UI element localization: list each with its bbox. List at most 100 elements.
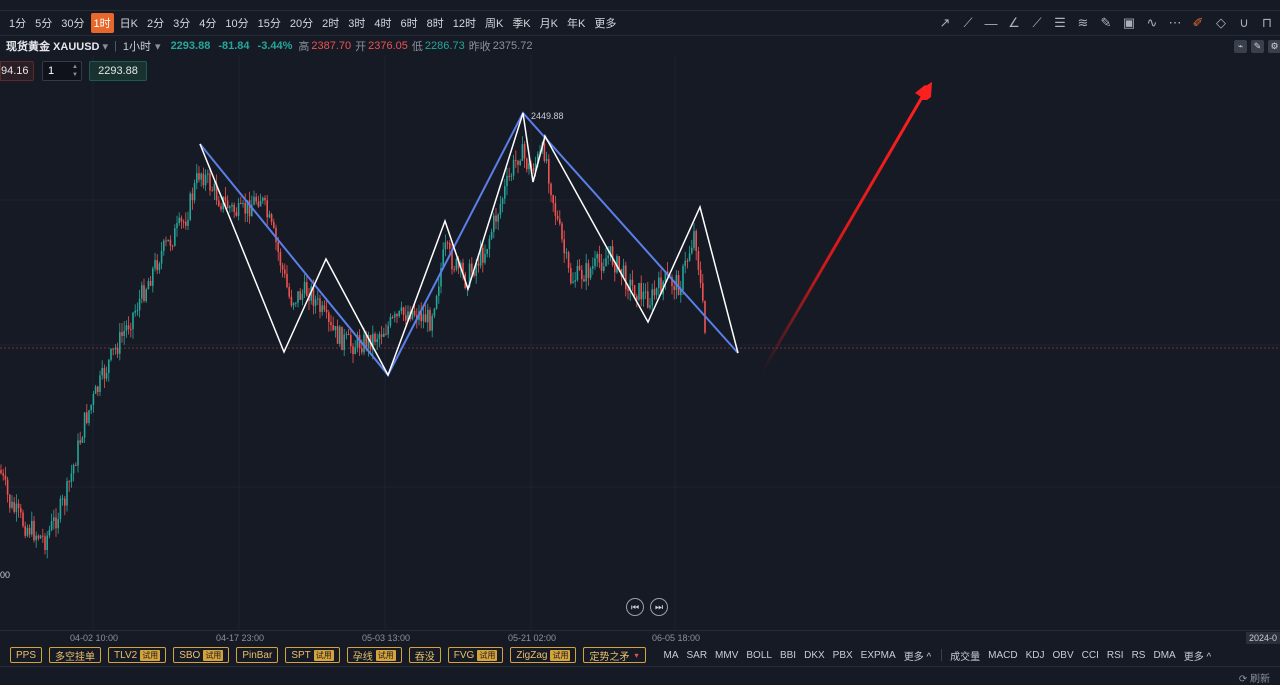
open-label: 开	[355, 41, 367, 53]
candle-body	[253, 196, 255, 205]
timeframe-14[interactable]: 6时	[397, 13, 420, 33]
chevron-down-icon[interactable]: ▾	[103, 40, 109, 53]
settings-icon[interactable]: ⚙	[1268, 40, 1280, 53]
indicator-3[interactable]: SBO 试用	[173, 647, 230, 663]
arrow-up-right-icon[interactable]: ↗	[938, 15, 952, 31]
sub-indicator-4[interactable]: CCI	[1082, 650, 1099, 661]
sub-indicator-2[interactable]: KDJ	[1026, 650, 1045, 661]
timeframe-21[interactable]: 更多	[591, 13, 619, 33]
fibonacci-icon[interactable]: ☰	[1053, 15, 1067, 31]
symbol-name[interactable]: 现货黄金 XAUUSD	[6, 38, 100, 54]
indicator-6[interactable]: 孕线 试用	[346, 647, 402, 663]
candle-body	[281, 265, 284, 270]
candle-body	[108, 359, 110, 373]
timeframe-9[interactable]: 15分	[255, 13, 284, 33]
indicator-0[interactable]: PPS	[10, 647, 43, 663]
chart-type-icon[interactable]: ⌁	[1234, 40, 1247, 53]
candle-body	[658, 277, 660, 289]
sub-indicator-5[interactable]: RSI	[1107, 650, 1124, 661]
timeframe-5[interactable]: 2分	[144, 13, 167, 33]
chevron-down-icon[interactable]: ▾	[155, 40, 161, 53]
timeframe-11[interactable]: 2时	[319, 13, 342, 33]
timeframe-0[interactable]: 1分	[6, 13, 29, 33]
sub-indicator-1[interactable]: MACD	[988, 650, 1017, 661]
timeframe-6[interactable]: 3分	[170, 13, 193, 33]
timeframe-1[interactable]: 5分	[32, 13, 55, 33]
sub-indicator-7[interactable]: DMA	[1153, 650, 1175, 661]
indicator-1[interactable]: 多空挂单	[49, 647, 102, 663]
ray-icon[interactable]: ⟋	[961, 15, 975, 31]
main-indicator-7[interactable]: EXPMA	[861, 650, 896, 661]
buy-price-button[interactable]: 2293.88	[89, 61, 147, 81]
timeframe-17[interactable]: 周K	[482, 13, 506, 33]
indicator-5[interactable]: SPT 试用	[285, 647, 340, 663]
candle-body	[242, 202, 244, 204]
indicator-2[interactable]: TLV2 试用	[108, 647, 167, 663]
indicator-label: PPS	[16, 649, 37, 661]
candle-body	[603, 266, 605, 271]
brush-icon[interactable]: ✎	[1099, 15, 1113, 31]
indicator-7[interactable]: 吞没	[408, 647, 441, 663]
timeframe-18[interactable]: 季K	[509, 13, 533, 33]
main-indicator-4[interactable]: BBI	[780, 650, 796, 661]
sub-indicator-8[interactable]: 更多 ^	[1184, 648, 1211, 663]
timeframe-4[interactable]: 日K	[117, 13, 141, 33]
timeframe-3[interactable]: 1时	[90, 13, 114, 33]
price-chart[interactable]: 2449.88 00	[0, 55, 1280, 630]
main-indicator-8[interactable]: 更多 ^	[904, 648, 931, 663]
timeframe-8[interactable]: 10分	[222, 13, 251, 33]
eraser-icon[interactable]: ◇	[1214, 15, 1228, 31]
wave-icon[interactable]: ∿	[1145, 15, 1159, 31]
candle-body	[70, 473, 73, 482]
main-indicator-3[interactable]: BOLL	[746, 650, 772, 661]
candle-body	[444, 242, 447, 250]
stepper-icon[interactable]: ▲ ▼	[72, 63, 78, 79]
scroll-end-icon[interactable]: ⏭	[650, 598, 668, 616]
magnet-icon[interactable]: ∪	[1237, 15, 1251, 31]
candle-body	[130, 329, 132, 331]
main-indicator-6[interactable]: PBX	[833, 650, 853, 661]
main-indicator-2[interactable]: MMV	[715, 650, 738, 661]
indicator-4[interactable]: PinBar	[236, 647, 279, 663]
fan-icon[interactable]: ≋	[1076, 15, 1090, 31]
sell-price-button[interactable]: 94.16	[0, 61, 34, 81]
candle-body	[614, 264, 616, 273]
refresh-button[interactable]: ⟳ 刷新	[1239, 670, 1270, 685]
edit-icon[interactable]: ✎	[1251, 40, 1264, 53]
timeframe-15[interactable]: 8时	[424, 13, 447, 33]
timeframe-20[interactable]: 年K	[564, 13, 588, 33]
more-tools-icon[interactable]: ⋯	[1168, 15, 1182, 31]
scroll-start-icon[interactable]: ⏮	[626, 598, 644, 616]
indicator-10[interactable]: 定势之矛 ▾	[583, 647, 647, 663]
interval-select[interactable]: 1小时	[123, 38, 151, 54]
main-indicator-0[interactable]: MA	[663, 650, 678, 661]
trend-angle-icon[interactable]: ∠	[1007, 15, 1021, 31]
timeframe-13[interactable]: 4时	[371, 13, 394, 33]
timeframe-16[interactable]: 12时	[450, 13, 479, 33]
candle-body	[644, 291, 647, 293]
image-icon[interactable]: ▣	[1122, 15, 1136, 31]
quantity-input[interactable]: 1 ▲ ▼	[42, 61, 82, 81]
lock-icon[interactable]: ⊓	[1260, 15, 1274, 31]
timeframe-2[interactable]: 30分	[58, 13, 87, 33]
timeframe-7[interactable]: 4分	[196, 13, 219, 33]
indicator-8[interactable]: FVG 试用	[447, 647, 504, 663]
candle-body	[347, 333, 350, 335]
sub-indicator-6[interactable]: RS	[1132, 650, 1146, 661]
timeframe-19[interactable]: 月K	[537, 13, 561, 33]
horizontal-line-icon[interactable]: —	[984, 16, 998, 31]
timeframe-12[interactable]: 3时	[345, 13, 368, 33]
segment-icon[interactable]: ⟋	[1030, 15, 1044, 31]
candle-body	[561, 223, 563, 240]
main-indicator-1[interactable]: SAR	[686, 650, 707, 661]
sub-indicator-0[interactable]: 成交量	[950, 648, 980, 663]
indicator-9[interactable]: ZigZag 试用	[510, 647, 577, 663]
edit-active-icon[interactable]: ✐	[1191, 15, 1205, 31]
sub-indicator-3[interactable]: OBV	[1053, 650, 1074, 661]
candle-body	[587, 263, 590, 278]
candle-body	[506, 175, 508, 187]
timeframe-10[interactable]: 20分	[287, 13, 316, 33]
candle-body	[231, 204, 233, 207]
main-indicator-5[interactable]: DKX	[804, 650, 825, 661]
candle-body	[55, 517, 57, 529]
